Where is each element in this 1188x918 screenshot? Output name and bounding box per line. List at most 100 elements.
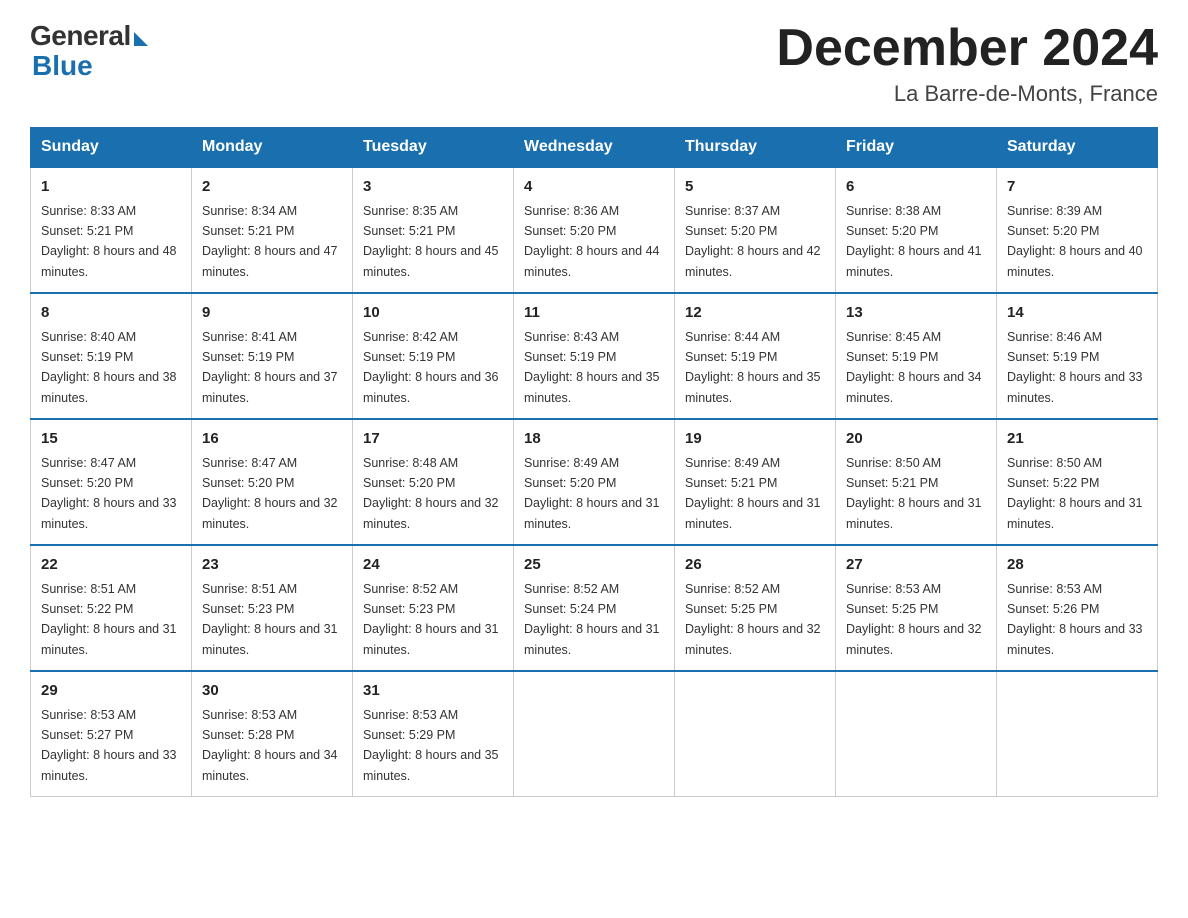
calendar-cell [836,671,997,797]
calendar-cell [675,671,836,797]
day-number: 2 [202,176,342,199]
day-number: 22 [41,554,181,577]
calendar-cell: 2 Sunrise: 8:34 AMSunset: 5:21 PMDayligh… [192,167,353,293]
day-number: 1 [41,176,181,199]
title-section: December 2024 La Barre-de-Monts, France [776,20,1158,107]
day-number: 3 [363,176,503,199]
day-number: 16 [202,428,342,451]
calendar-cell: 31 Sunrise: 8:53 AMSunset: 5:29 PMDaylig… [353,671,514,797]
calendar-cell: 5 Sunrise: 8:37 AMSunset: 5:20 PMDayligh… [675,167,836,293]
day-info: Sunrise: 8:52 AMSunset: 5:24 PMDaylight:… [524,582,660,657]
calendar-cell: 9 Sunrise: 8:41 AMSunset: 5:19 PMDayligh… [192,293,353,419]
day-info: Sunrise: 8:52 AMSunset: 5:25 PMDaylight:… [685,582,821,657]
day-info: Sunrise: 8:53 AMSunset: 5:29 PMDaylight:… [363,708,499,783]
col-header-thursday: Thursday [675,128,836,168]
day-info: Sunrise: 8:40 AMSunset: 5:19 PMDaylight:… [41,330,177,405]
day-number: 7 [1007,176,1147,199]
calendar-cell: 15 Sunrise: 8:47 AMSunset: 5:20 PMDaylig… [31,419,192,545]
day-info: Sunrise: 8:48 AMSunset: 5:20 PMDaylight:… [363,456,499,531]
calendar-header-row: Sunday Monday Tuesday Wednesday Thursday… [31,128,1158,168]
location-subtitle: La Barre-de-Monts, France [776,81,1158,107]
calendar-cell: 16 Sunrise: 8:47 AMSunset: 5:20 PMDaylig… [192,419,353,545]
logo-arrow-icon [134,32,148,46]
day-number: 19 [685,428,825,451]
calendar-cell: 19 Sunrise: 8:49 AMSunset: 5:21 PMDaylig… [675,419,836,545]
page-header: General Blue December 2024 La Barre-de-M… [30,20,1158,107]
calendar-cell: 13 Sunrise: 8:45 AMSunset: 5:19 PMDaylig… [836,293,997,419]
day-info: Sunrise: 8:50 AMSunset: 5:21 PMDaylight:… [846,456,982,531]
day-number: 8 [41,302,181,325]
day-info: Sunrise: 8:51 AMSunset: 5:23 PMDaylight:… [202,582,338,657]
day-number: 4 [524,176,664,199]
calendar-cell: 8 Sunrise: 8:40 AMSunset: 5:19 PMDayligh… [31,293,192,419]
day-number: 26 [685,554,825,577]
calendar-cell [514,671,675,797]
day-info: Sunrise: 8:39 AMSunset: 5:20 PMDaylight:… [1007,204,1143,279]
day-info: Sunrise: 8:38 AMSunset: 5:20 PMDaylight:… [846,204,982,279]
calendar-table: Sunday Monday Tuesday Wednesday Thursday… [30,127,1158,797]
day-info: Sunrise: 8:47 AMSunset: 5:20 PMDaylight:… [41,456,177,531]
day-number: 18 [524,428,664,451]
day-info: Sunrise: 8:53 AMSunset: 5:26 PMDaylight:… [1007,582,1143,657]
calendar-cell: 27 Sunrise: 8:53 AMSunset: 5:25 PMDaylig… [836,545,997,671]
day-info: Sunrise: 8:49 AMSunset: 5:21 PMDaylight:… [685,456,821,531]
logo: General Blue [30,20,148,82]
day-number: 21 [1007,428,1147,451]
day-number: 28 [1007,554,1147,577]
day-info: Sunrise: 8:42 AMSunset: 5:19 PMDaylight:… [363,330,499,405]
calendar-cell: 17 Sunrise: 8:48 AMSunset: 5:20 PMDaylig… [353,419,514,545]
calendar-week-row-2: 8 Sunrise: 8:40 AMSunset: 5:19 PMDayligh… [31,293,1158,419]
day-number: 20 [846,428,986,451]
col-header-wednesday: Wednesday [514,128,675,168]
calendar-cell: 11 Sunrise: 8:43 AMSunset: 5:19 PMDaylig… [514,293,675,419]
calendar-cell: 10 Sunrise: 8:42 AMSunset: 5:19 PMDaylig… [353,293,514,419]
day-info: Sunrise: 8:37 AMSunset: 5:20 PMDaylight:… [685,204,821,279]
calendar-cell: 28 Sunrise: 8:53 AMSunset: 5:26 PMDaylig… [997,545,1158,671]
calendar-cell: 25 Sunrise: 8:52 AMSunset: 5:24 PMDaylig… [514,545,675,671]
calendar-cell: 24 Sunrise: 8:52 AMSunset: 5:23 PMDaylig… [353,545,514,671]
calendar-cell: 6 Sunrise: 8:38 AMSunset: 5:20 PMDayligh… [836,167,997,293]
calendar-cell: 29 Sunrise: 8:53 AMSunset: 5:27 PMDaylig… [31,671,192,797]
day-number: 13 [846,302,986,325]
day-number: 23 [202,554,342,577]
calendar-cell: 12 Sunrise: 8:44 AMSunset: 5:19 PMDaylig… [675,293,836,419]
calendar-cell: 3 Sunrise: 8:35 AMSunset: 5:21 PMDayligh… [353,167,514,293]
calendar-week-row-5: 29 Sunrise: 8:53 AMSunset: 5:27 PMDaylig… [31,671,1158,797]
day-info: Sunrise: 8:44 AMSunset: 5:19 PMDaylight:… [685,330,821,405]
calendar-cell: 18 Sunrise: 8:49 AMSunset: 5:20 PMDaylig… [514,419,675,545]
col-header-monday: Monday [192,128,353,168]
month-title: December 2024 [776,20,1158,77]
col-header-saturday: Saturday [997,128,1158,168]
day-number: 30 [202,680,342,703]
day-info: Sunrise: 8:34 AMSunset: 5:21 PMDaylight:… [202,204,338,279]
day-info: Sunrise: 8:52 AMSunset: 5:23 PMDaylight:… [363,582,499,657]
calendar-cell: 22 Sunrise: 8:51 AMSunset: 5:22 PMDaylig… [31,545,192,671]
day-number: 6 [846,176,986,199]
day-number: 25 [524,554,664,577]
day-number: 29 [41,680,181,703]
day-info: Sunrise: 8:43 AMSunset: 5:19 PMDaylight:… [524,330,660,405]
calendar-cell: 14 Sunrise: 8:46 AMSunset: 5:19 PMDaylig… [997,293,1158,419]
day-info: Sunrise: 8:51 AMSunset: 5:22 PMDaylight:… [41,582,177,657]
calendar-cell: 26 Sunrise: 8:52 AMSunset: 5:25 PMDaylig… [675,545,836,671]
day-number: 17 [363,428,503,451]
day-number: 9 [202,302,342,325]
day-info: Sunrise: 8:53 AMSunset: 5:25 PMDaylight:… [846,582,982,657]
day-number: 27 [846,554,986,577]
calendar-week-row-3: 15 Sunrise: 8:47 AMSunset: 5:20 PMDaylig… [31,419,1158,545]
calendar-cell: 21 Sunrise: 8:50 AMSunset: 5:22 PMDaylig… [997,419,1158,545]
calendar-cell: 4 Sunrise: 8:36 AMSunset: 5:20 PMDayligh… [514,167,675,293]
col-header-tuesday: Tuesday [353,128,514,168]
day-info: Sunrise: 8:49 AMSunset: 5:20 PMDaylight:… [524,456,660,531]
day-number: 10 [363,302,503,325]
day-info: Sunrise: 8:53 AMSunset: 5:27 PMDaylight:… [41,708,177,783]
day-info: Sunrise: 8:47 AMSunset: 5:20 PMDaylight:… [202,456,338,531]
calendar-cell: 7 Sunrise: 8:39 AMSunset: 5:20 PMDayligh… [997,167,1158,293]
day-number: 12 [685,302,825,325]
day-info: Sunrise: 8:35 AMSunset: 5:21 PMDaylight:… [363,204,499,279]
day-info: Sunrise: 8:36 AMSunset: 5:20 PMDaylight:… [524,204,660,279]
calendar-cell: 23 Sunrise: 8:51 AMSunset: 5:23 PMDaylig… [192,545,353,671]
calendar-cell [997,671,1158,797]
day-number: 31 [363,680,503,703]
day-info: Sunrise: 8:41 AMSunset: 5:19 PMDaylight:… [202,330,338,405]
